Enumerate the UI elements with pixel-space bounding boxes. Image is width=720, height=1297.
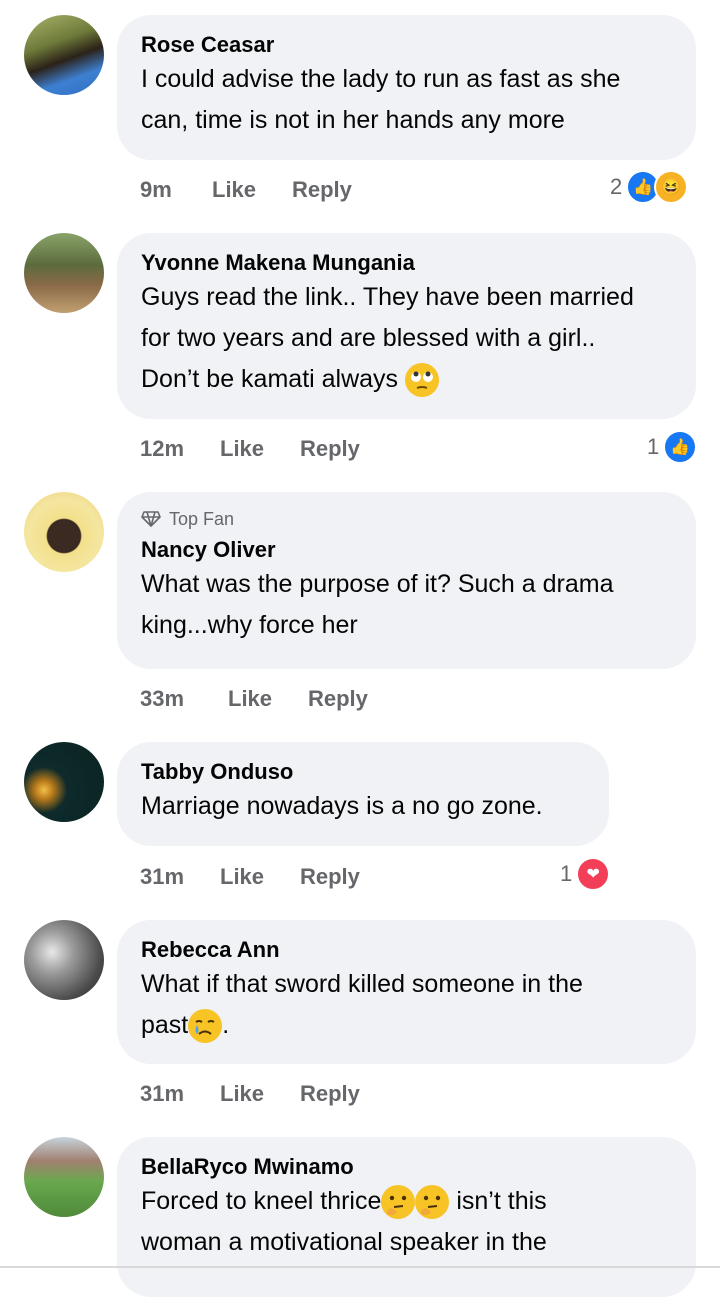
avatar[interactable]	[24, 742, 104, 822]
comment-line-text: past	[141, 1011, 189, 1039]
like-icon: 👍	[663, 430, 698, 464]
comment-text: I could advise the lady to run as fast a…	[141, 59, 672, 141]
timestamp[interactable]: 9m	[140, 177, 212, 203]
comment-bubble: Rebecca Ann What if that sword killed so…	[117, 920, 696, 1064]
comment-actions: 33m Like Reply	[140, 686, 368, 712]
comment-line-text: Don’t be kamati always	[141, 365, 399, 393]
comment-bubble: BellaRyco Mwinamo Forced to kneel thrice…	[117, 1137, 696, 1297]
top-fan-badge: Top Fan	[141, 508, 672, 530]
comment-bubble: Tabby Onduso Marriage nowadays is a no g…	[117, 742, 609, 846]
comment-text: What was the purpose of it? Such a drama…	[141, 564, 672, 646]
comment-line: king...why force her	[141, 611, 358, 639]
comment-line-text: isn’t this	[449, 1187, 547, 1215]
avatar[interactable]	[24, 1137, 104, 1217]
commenter-name[interactable]: Rose Ceasar	[141, 31, 672, 59]
comment-actions: 9m Like Reply	[140, 177, 352, 203]
badge-label: Top Fan	[169, 509, 235, 529]
comment-actions: 31m Like Reply	[140, 1081, 360, 1107]
eye-roll-emoji	[405, 363, 440, 398]
thinking-emoji	[381, 1185, 416, 1220]
reaction-count: 1	[560, 861, 573, 886]
like-button[interactable]: Like	[212, 177, 292, 203]
comment-line: I could advise the lady to run as fast a…	[141, 65, 621, 93]
comment-line: Guys read the link.. They have been marr…	[141, 283, 634, 311]
reply-button[interactable]: Reply	[308, 686, 368, 712]
reaction-count: 2	[610, 174, 623, 199]
reply-button[interactable]: Reply	[300, 1081, 360, 1107]
avatar[interactable]	[24, 233, 104, 313]
comment-bubble: Rose Ceasar I could advise the lady to r…	[117, 15, 696, 160]
timestamp[interactable]: 33m	[140, 686, 228, 712]
reply-button[interactable]: Reply	[292, 177, 352, 203]
love-icon: ❤	[576, 857, 611, 891]
thinking-emoji	[415, 1185, 450, 1220]
comment-line: woman a motivational speaker in the	[141, 1228, 547, 1256]
crying-emoji-graphic	[189, 1010, 222, 1043]
avatar[interactable]	[24, 492, 104, 572]
comment-bubble: Top Fan Nancy Oliver What was the purpos…	[117, 492, 696, 669]
commenter-name[interactable]: BellaRyco Mwinamo	[141, 1153, 672, 1181]
reply-button[interactable]: Reply	[300, 436, 360, 462]
thinking-emoji-graphic	[416, 1186, 449, 1219]
comment-line: Forced to kneel thrice isn’t this	[141, 1181, 672, 1222]
comment-line: Don’t be kamati always	[141, 359, 672, 400]
comment-text: Forced to kneel thrice isn’t this woman …	[141, 1181, 672, 1263]
commenter-name[interactable]: Nancy Oliver	[141, 536, 672, 564]
comment-line: past .	[141, 1005, 672, 1046]
comment-line-text: Forced to kneel thrice	[141, 1187, 382, 1215]
commenter-name[interactable]: Tabby Onduso	[141, 758, 585, 786]
thinking-emoji-graphic	[382, 1186, 415, 1219]
comment-line: Marriage nowadays is a no go zone.	[141, 792, 543, 820]
avatar[interactable]	[24, 15, 104, 95]
haha-icon: 😆	[654, 170, 689, 204]
timestamp[interactable]: 12m	[140, 436, 220, 462]
comment-line-text: .	[222, 1011, 230, 1039]
like-button[interactable]: Like	[220, 436, 300, 462]
bottom-divider	[0, 1266, 720, 1268]
comment-line: What if that sword killed someone in the	[141, 970, 583, 998]
comment-text: What if that sword killed someone in the…	[141, 964, 672, 1046]
comment-text: Marriage nowadays is a no go zone.	[141, 786, 585, 827]
like-button[interactable]: Like	[220, 864, 300, 890]
comment-bubble: Yvonne Makena Mungania Guys read the lin…	[117, 233, 696, 419]
like-button[interactable]: Like	[228, 686, 308, 712]
eye-roll-emoji-graphic	[406, 364, 439, 397]
comment-line: What was the purpose of it? Such a drama	[141, 570, 614, 598]
timestamp[interactable]: 31m	[140, 1081, 220, 1107]
comment-line: can, time is not in her hands any more	[141, 106, 565, 134]
commenter-name[interactable]: Rebecca Ann	[141, 936, 672, 964]
reaction-summary[interactable]: 1 👍	[647, 430, 698, 464]
like-button[interactable]: Like	[220, 1081, 300, 1107]
comment-line: for two years and are blessed with a gir…	[141, 324, 596, 352]
comment-actions: 12m Like Reply	[140, 436, 360, 462]
diamond-icon	[141, 511, 161, 527]
comment-text: Guys read the link.. They have been marr…	[141, 277, 672, 400]
reaction-summary[interactable]: 2 👍 😆	[610, 170, 689, 204]
crying-emoji	[188, 1009, 223, 1044]
commenter-name[interactable]: Yvonne Makena Mungania	[141, 249, 672, 277]
comment-actions: 31m Like Reply	[140, 864, 360, 890]
reaction-count: 1	[647, 434, 660, 459]
timestamp[interactable]: 31m	[140, 864, 220, 890]
reaction-summary[interactable]: 1 ❤	[560, 857, 611, 891]
avatar[interactable]	[24, 920, 104, 1000]
reply-button[interactable]: Reply	[300, 864, 360, 890]
